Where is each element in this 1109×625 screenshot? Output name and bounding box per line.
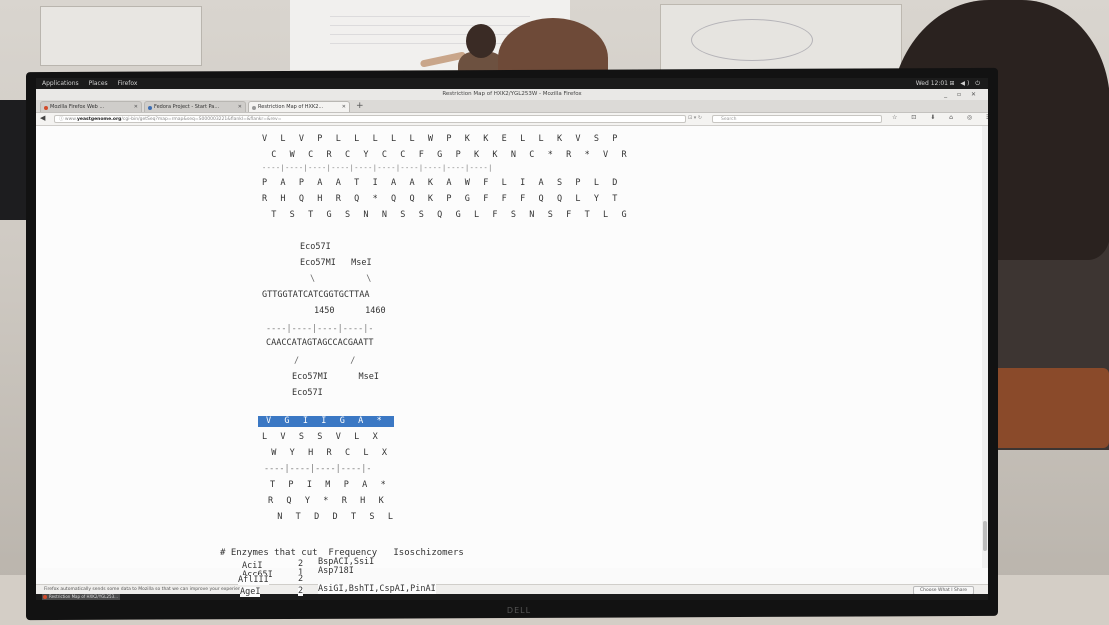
page-content: V L V P L L L L L W P K K E L L K V S P … — [36, 126, 988, 568]
translation-line-4: T P I M P A * — [270, 480, 390, 490]
enzyme-row-iso: BspACI,SsiI — [318, 557, 375, 567]
tab-label: Mozilla Firefox Web ... — [50, 104, 105, 110]
system-tray-icons[interactable]: ⊞ ◀) ⏻ — [949, 78, 982, 89]
teacher-head — [466, 24, 496, 58]
tab-firefox-web[interactable]: Mozilla Firefox Web ... ✕ — [40, 101, 142, 112]
enzyme-row-iso: AsiGI,BshTI,CspAI,PinAI — [318, 584, 436, 594]
enzyme-row-freq: 2 — [298, 574, 304, 584]
frame-line-5: T S T G S N N S S Q G L F S N S F T L G — [262, 210, 631, 220]
frame-line-3: P A P A A T I A A K A W F L I A S P L D — [262, 178, 622, 188]
sequence-positions: 1450 1460 — [314, 306, 386, 316]
enzyme-row-freq: 2 — [298, 586, 304, 596]
taskbar: Restriction Map of HXK2/YGL253... — [36, 594, 988, 600]
firefox-icon — [43, 595, 47, 599]
complementary-sequence: CAACCATAGTAGCCACGAATT — [266, 338, 374, 348]
url-bar[interactable]: ⓘ www.yeastgenome.org/cgi-bin/getSeq?map… — [54, 115, 686, 123]
back-arrow-icon[interactable]: ◀ — [40, 114, 45, 122]
frame-line-2: C W C R C Y C C F G P K K N C * R * V R — [262, 150, 631, 160]
navigation-bar: ◀ ⓘ www.yeastgenome.org/cgi-bin/getSeq?m… — [36, 113, 988, 126]
enzyme-label-eco57mi-msei-top: Eco57MI MseI — [300, 258, 372, 268]
toolbar-icons[interactable]: ☆ ⊡ ⬇ ⌂ ◎ ☰ — [892, 114, 988, 121]
monitor-screen: Applications Places Firefox Wed 12:01 ⊞ … — [36, 78, 988, 600]
tab-label: Restriction Map of HXK2... — [258, 104, 324, 110]
enzyme-row-name: AgeI — [240, 587, 261, 597]
enzyme-row-name: AflIII — [238, 575, 269, 585]
ruler-middle: ----|----|----|----|- — [266, 324, 374, 334]
taskbar-item-label: Restriction Map of HXK2/YGL253... — [49, 594, 118, 599]
url-prefix: ⓘ www. — [59, 117, 77, 122]
close-tab-icon[interactable]: ✕ — [238, 102, 242, 112]
firefox-favicon-icon — [44, 105, 48, 110]
places-menu[interactable]: Places — [89, 80, 108, 87]
ruler-top: ----|----|----|----|----|----|----|----|… — [262, 164, 493, 172]
gnome-top-bar: Applications Places Firefox Wed 12:01 ⊞ … — [36, 78, 988, 89]
translation-line-6: N T D D T S L — [268, 512, 398, 522]
tab-bar: Mozilla Firefox Web ... ✕ Fedora Project… — [36, 100, 988, 113]
cut-marks-top: \ \ — [310, 274, 372, 284]
tab-fedora-project[interactable]: Fedora Project - Start Pa... ✕ — [144, 101, 246, 112]
applications-menu[interactable]: Applications — [42, 80, 79, 87]
close-tab-icon[interactable]: ✕ — [342, 102, 346, 112]
enzyme-label-eco57i-top: Eco57I — [300, 242, 331, 252]
gnome-menus: Applications Places Firefox — [42, 78, 145, 89]
clock[interactable]: Wed 12:01 — [916, 78, 948, 89]
tab-restriction-map[interactable]: Restriction Map of HXK2... ✕ — [248, 101, 350, 112]
taskbar-firefox-window[interactable]: Restriction Map of HXK2/YGL253... — [42, 594, 120, 600]
frame-line-4: R H Q H R Q * Q Q K P G F F F Q Q L Y T — [262, 194, 622, 204]
cut-marks-bottom: / / — [294, 356, 356, 366]
scrollbar-thumb[interactable] — [983, 521, 987, 551]
whiteboard-right — [660, 4, 902, 76]
url-domain: yeastgenome.org — [77, 117, 122, 122]
whiteboard-left — [40, 6, 202, 66]
frame-line-1: V L V P L L L L L W P K K E L L K V S P — [262, 134, 622, 144]
fedora-favicon-icon — [148, 105, 152, 110]
enzyme-label-eco57i-bottom: Eco57I — [292, 388, 323, 398]
new-tab-button[interactable]: + — [356, 100, 364, 112]
dna-sequence: GTTGGTATCATCGGTGCTTAA — [262, 290, 370, 300]
translation-line-5: R Q Y * R H K — [268, 496, 388, 506]
enzyme-row-name: AciI — [242, 561, 263, 571]
tab-label: Fedora Project - Start Pa... — [154, 104, 220, 110]
window-title: Restriction Map of HXK2/YGL253W - Mozill… — [442, 91, 582, 97]
enzyme-label-eco57mi-msei-bottom: Eco57MI MseI — [292, 372, 379, 382]
close-tab-icon[interactable]: ✕ — [134, 102, 138, 112]
ruler-bottom: ----|----|----|----|- — [264, 464, 372, 474]
monitor-brand-logo: DELL — [506, 606, 532, 615]
page-favicon-icon — [252, 105, 256, 110]
scrollbar[interactable] — [982, 126, 988, 568]
selected-translation-frame[interactable]: V G I I G A * — [258, 416, 394, 427]
translation-line-2: L V S S V L X — [262, 432, 382, 442]
enzyme-row-freq: 2 — [298, 559, 304, 569]
reload-icon[interactable]: ⊡ ▾ ↻ — [688, 115, 702, 121]
firefox-menu[interactable]: Firefox — [118, 80, 138, 87]
search-input[interactable]: Search — [712, 115, 882, 123]
enzyme-row-iso: Asp718I — [318, 566, 354, 576]
url-path: /cgi-bin/getSeq?map=rmap&seq=S000003221&… — [121, 117, 282, 122]
translation-line-3: W Y H R C L X — [262, 448, 392, 458]
window-controls[interactable]: _ ▫ ✕ — [944, 89, 980, 100]
